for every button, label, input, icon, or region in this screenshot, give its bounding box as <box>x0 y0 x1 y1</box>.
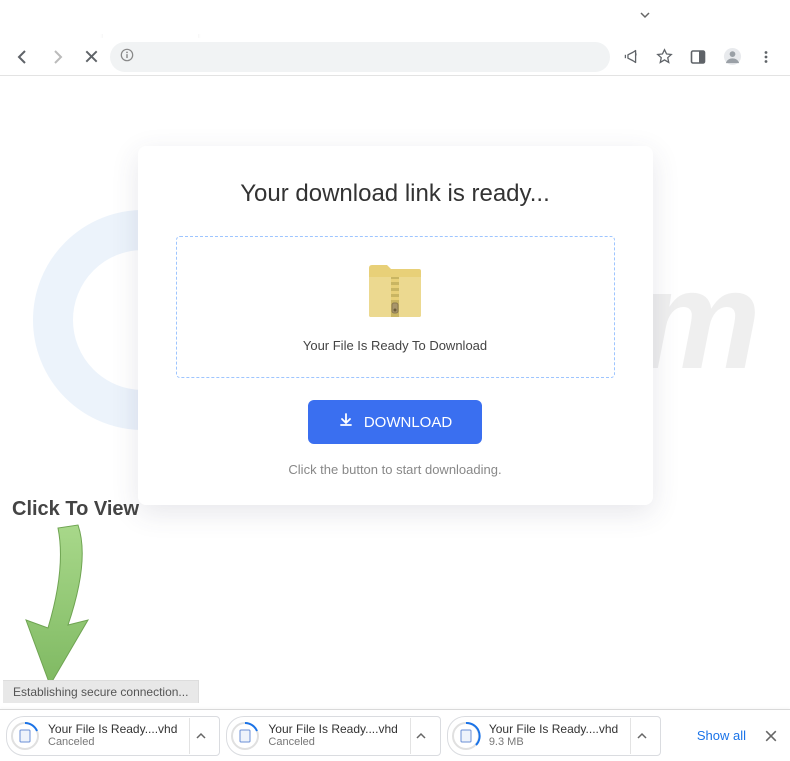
share-icon[interactable] <box>614 41 646 73</box>
download-status: 9.3 MB <box>489 736 618 749</box>
download-item[interactable]: Your File Is Ready....vhd Canceled <box>226 716 440 756</box>
download-icon <box>338 412 354 432</box>
page-content: Your download link is ready... Your File… <box>0 76 790 666</box>
address-bar[interactable] <box>110 42 610 72</box>
download-name: Your File Is Ready....vhd <box>268 722 397 736</box>
download-status: Canceled <box>268 736 397 749</box>
click-to-view-overlay: Click To View <box>12 498 139 521</box>
arrow-down-icon <box>18 520 108 695</box>
download-progress-icon <box>10 721 40 751</box>
profile-icon[interactable] <box>716 41 748 73</box>
zip-folder-icon <box>187 265 604 324</box>
bookmark-icon[interactable] <box>648 41 680 73</box>
download-progress-icon <box>230 721 260 751</box>
show-all-link[interactable]: Show all <box>697 728 746 743</box>
stop-reload-button[interactable] <box>76 42 106 72</box>
chevron-up-icon[interactable] <box>630 718 652 754</box>
download-progress-icon <box>451 721 481 751</box>
download-card: Your download link is ready... Your File… <box>138 146 653 505</box>
file-preview-box: Your File Is Ready To Download <box>176 236 615 378</box>
download-status: Canceled <box>48 736 177 749</box>
download-button[interactable]: DOWNLOAD <box>308 400 482 444</box>
tab-search-button[interactable] <box>638 8 652 27</box>
browser-toolbar <box>0 38 790 76</box>
download-button-label: DOWNLOAD <box>364 414 452 431</box>
download-name: Your File Is Ready....vhd <box>48 722 177 736</box>
back-button[interactable] <box>8 42 38 72</box>
hint-text: Click the button to start downloading. <box>176 462 615 477</box>
close-shelf-button[interactable] <box>758 723 784 749</box>
download-shelf: Your File Is Ready....vhd Canceled Your … <box>0 709 790 761</box>
status-bar: Establishing secure connection... <box>3 680 199 703</box>
site-info-icon[interactable] <box>120 48 134 65</box>
forward-button[interactable] <box>42 42 72 72</box>
side-panel-icon[interactable] <box>682 41 714 73</box>
chevron-up-icon[interactable] <box>410 718 432 754</box>
download-item[interactable]: Your File Is Ready....vhd 9.3 MB <box>447 716 661 756</box>
chevron-up-icon[interactable] <box>189 718 211 754</box>
click-to-view-label: Click To View <box>12 498 139 521</box>
download-item[interactable]: Your File Is Ready....vhd Canceled <box>6 716 220 756</box>
file-ready-text: Your File Is Ready To Download <box>187 338 604 353</box>
page-heading: Your download link is ready... <box>176 180 615 208</box>
menu-icon[interactable] <box>750 41 782 73</box>
download-name: Your File Is Ready....vhd <box>489 722 618 736</box>
